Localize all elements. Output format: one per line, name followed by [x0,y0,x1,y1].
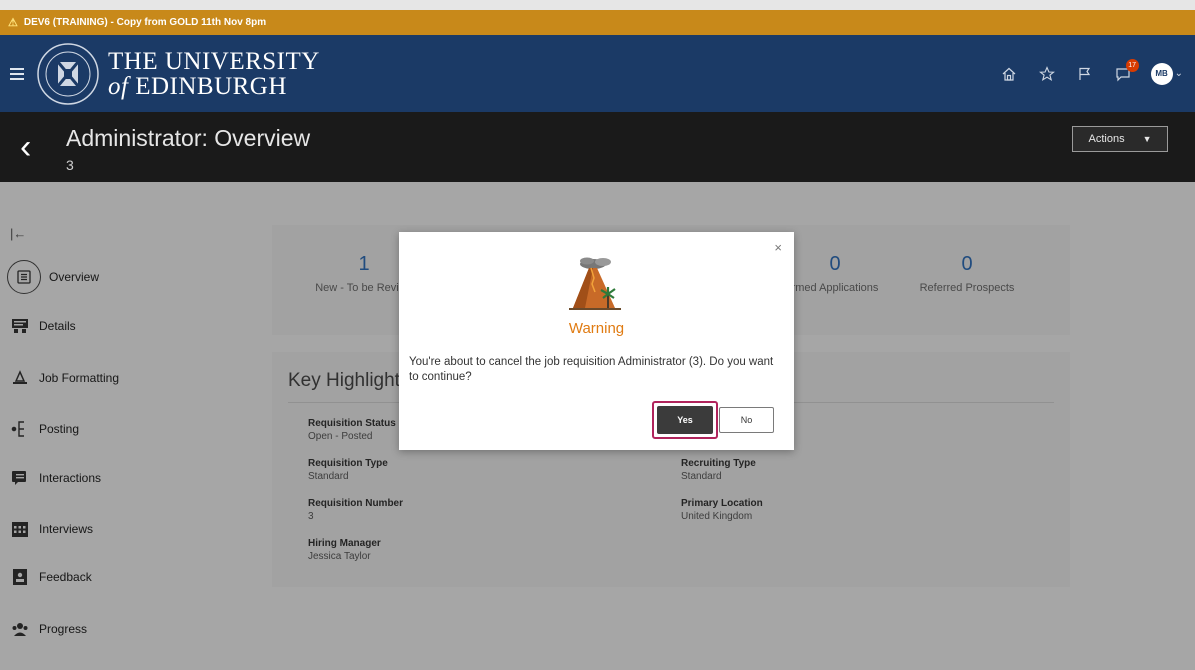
star-icon[interactable] [1037,64,1057,84]
actions-button[interactable]: Actions ▼ [1072,126,1168,152]
actions-label: Actions [1088,133,1125,145]
avatar: MB [1150,62,1173,85]
volcano-illustration-icon [569,257,621,310]
university-crest-logo [37,42,99,105]
brand-edinburgh: EDINBURGH [135,72,287,100]
brand-of: of [108,72,129,100]
caret-down-icon: ▼ [1142,134,1152,144]
yes-button[interactable]: Yes [657,406,713,434]
chat-icon[interactable]: 17 [1113,58,1139,84]
notification-badge: 17 [1125,58,1139,72]
user-menu[interactable]: MB ⌄ [1150,62,1183,85]
chevron-down-icon: ⌄ [1174,68,1183,79]
warning-icon: ⚠ [8,17,18,29]
no-button[interactable]: No [719,407,774,433]
brand-line-1: THE UNIVERSITY [108,47,320,75]
brand-line-2: of EDINBURGH [108,74,320,99]
home-icon[interactable] [999,64,1019,84]
hamburger-menu-icon[interactable] [10,67,24,80]
university-wordmark[interactable]: THE UNIVERSITY of EDINBURGH [108,49,320,99]
dialog-title: Warning [568,320,625,337]
back-arrow-icon[interactable]: ‹ [20,130,31,164]
flag-icon[interactable] [1075,64,1095,84]
page-subtitle: 3 [66,157,74,173]
environment-banner: ⚠ DEV6 (TRAINING) - Copy from GOLD 11th … [0,10,1195,35]
environment-banner-text: DEV6 (TRAINING) - Copy from GOLD 11th No… [23,17,267,28]
dialog-message: You're about to cancel the job requisiti… [409,356,774,383]
warning-dialog: × Warning You're about to cancel the job… [399,232,794,450]
page-title: Administrator: Overview [66,125,311,151]
top-header: THE UNIVERSITY of EDINBURGH 17 MB ⌄ [0,35,1195,112]
page-title-bar: ‹ Administrator: Overview 3 Actions ▼ [0,112,1195,182]
close-icon[interactable]: × [774,240,782,255]
